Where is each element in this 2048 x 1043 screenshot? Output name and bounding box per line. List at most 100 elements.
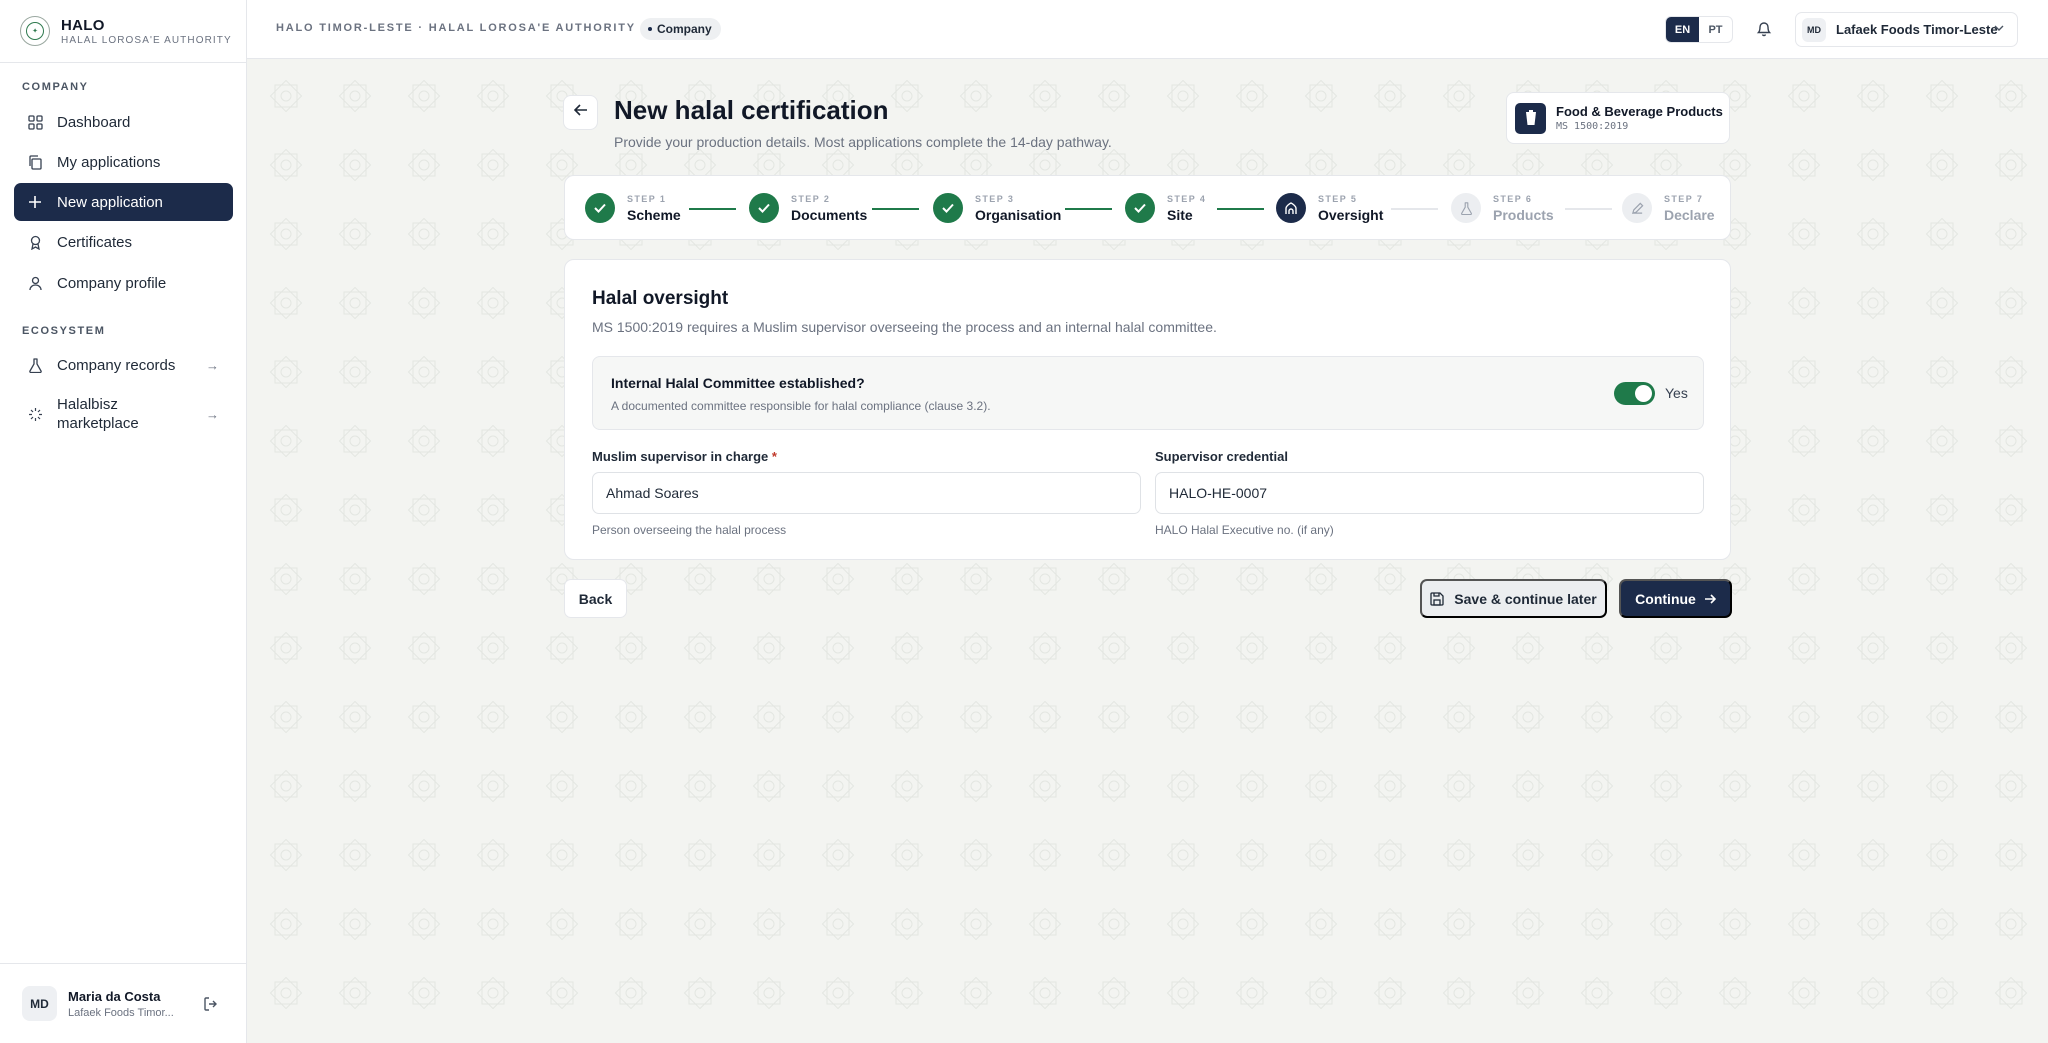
logout-icon[interactable]: [203, 996, 219, 1017]
page-title: New halal certification: [614, 95, 889, 125]
check-icon: [749, 193, 779, 223]
sidebar-item-label: Company profile: [57, 274, 167, 292]
committee-toggle-label: Yes: [1665, 385, 1688, 401]
arrow-right-icon: [1704, 593, 1716, 605]
arrow-left-icon: [573, 103, 588, 122]
step-name: Scheme: [627, 206, 681, 223]
user-icon: [27, 275, 43, 291]
check-icon: [585, 193, 615, 223]
step-site[interactable]: STEP 4 Site: [1125, 193, 1206, 223]
step-declare[interactable]: STEP 7 Declare: [1622, 193, 1715, 223]
arrow-right-icon: →: [206, 406, 219, 422]
sidebar-item-dashboard[interactable]: Dashboard: [14, 103, 233, 141]
scheme-code: MS 1500:2019: [1556, 121, 1629, 132]
step-name: Oversight: [1318, 206, 1384, 223]
save-continue-later-label: Save & continue later: [1454, 590, 1597, 607]
scheme-name: Food & Beverage Products: [1556, 104, 1723, 119]
section-description: MS 1500:2019 requires a Muslim superviso…: [592, 319, 1217, 335]
back-arrow-button[interactable]: [563, 95, 598, 130]
page-subtitle: Provide your production details. Most ap…: [614, 134, 1112, 150]
sparkle-icon: [27, 406, 43, 422]
check-icon: [933, 193, 963, 223]
arrow-right-icon: →: [206, 357, 219, 373]
step-scheme[interactable]: STEP 1 Scheme: [585, 193, 681, 223]
lang-en-button[interactable]: EN: [1666, 17, 1699, 42]
step-number: STEP 7: [1664, 193, 1704, 204]
step-connector: [1217, 208, 1264, 210]
committee-toggle-row: Internal Halal Committee established? A …: [592, 356, 1704, 430]
avatar: MD: [22, 986, 57, 1021]
user-profile[interactable]: MD Maria da Costa Lafaek Foods Timor...: [0, 963, 247, 1043]
step-oversight[interactable]: STEP 5 Oversight: [1276, 193, 1383, 223]
flask-icon: [1451, 193, 1481, 223]
step-products[interactable]: STEP 6 Products: [1451, 193, 1554, 223]
nav-section-company: COMPANY: [22, 81, 89, 93]
save-continue-later-button[interactable]: Save & continue later: [1420, 579, 1607, 618]
check-icon: [1125, 193, 1155, 223]
step-connector: [1565, 208, 1612, 210]
user-org: Lafaek Foods Timor...: [68, 1006, 174, 1019]
brand-subtitle: HALAL LOROSA'E AUTHORITY: [61, 34, 232, 46]
step-number: STEP 6: [1493, 193, 1533, 204]
topbar: HALO TIMOR-LESTE · HALAL LOROSA'E AUTHOR…: [247, 0, 2048, 59]
step-number: STEP 5: [1318, 193, 1358, 204]
step-number: STEP 1: [627, 193, 667, 204]
supervisor-label-text: Muslim supervisor in charge: [592, 449, 769, 464]
section-title: Halal oversight: [592, 288, 729, 309]
org-avatar: MD: [1802, 17, 1826, 42]
award-icon: [27, 234, 43, 250]
sidebar-item-label: Dashboard: [57, 113, 131, 131]
sidebar-item-new-application[interactable]: New application: [14, 183, 233, 221]
grid-icon: [27, 114, 43, 130]
step-number: STEP 4: [1167, 193, 1207, 204]
sidebar-item-certificates[interactable]: Certificates: [14, 223, 233, 261]
supervisor-input[interactable]: [592, 472, 1141, 514]
plus-icon: [27, 194, 43, 210]
main-content: New halal certification Provide your pro…: [248, 60, 2048, 1043]
step-name: Declare: [1664, 206, 1715, 223]
sidebar-item-label: New application: [57, 193, 163, 211]
sidebar-item-label: Company records: [57, 356, 176, 374]
supervisor-help: Person overseeing the halal process: [592, 523, 787, 537]
sidebar-item-label: My applications: [57, 153, 161, 171]
required-marker: *: [771, 449, 777, 464]
step-connector: [872, 208, 919, 210]
flask-icon: [27, 357, 43, 373]
step-connector: [1065, 208, 1112, 210]
sidebar: ✦ HALO HALAL LOROSA'E AUTHORITY COMPANY …: [0, 0, 247, 1043]
bell-icon[interactable]: [1756, 20, 1772, 42]
pen-icon: [1622, 193, 1652, 223]
org-name: Lafaek Foods Timor-Leste: [1836, 22, 1998, 37]
committee-question: Internal Halal Committee established?: [611, 375, 865, 391]
sidebar-item-label: Halalbisz marketplace: [57, 396, 139, 432]
sidebar-item-company-records[interactable]: Company records →: [14, 346, 233, 384]
supervisor-label: Muslim supervisor in charge *: [592, 449, 777, 464]
copy-icon: [27, 154, 43, 170]
step-name: Documents: [791, 206, 868, 223]
org-switcher[interactable]: MD Lafaek Foods Timor-Leste: [1795, 12, 2018, 47]
sidebar-item-my-applications[interactable]: My applications: [14, 143, 233, 181]
brand-name: HALO: [61, 16, 105, 34]
lang-pt-button[interactable]: PT: [1699, 17, 1732, 42]
language-switch: EN PT: [1665, 16, 1733, 43]
step-organisation[interactable]: STEP 3 Organisation: [933, 193, 1061, 223]
chevron-down-icon: [1993, 22, 2005, 37]
step-documents[interactable]: STEP 2 Documents: [749, 193, 867, 223]
step-connector: [1391, 208, 1438, 210]
nav-section-ecosystem: ECOSYSTEM: [22, 325, 106, 337]
back-button[interactable]: Back: [564, 579, 627, 618]
halo-logo-icon: ✦: [20, 16, 50, 46]
credential-input[interactable]: [1155, 472, 1704, 514]
sidebar-item-company-profile[interactable]: Company profile: [14, 264, 233, 302]
committee-toggle[interactable]: [1614, 382, 1655, 405]
committee-help: A documented committee responsible for h…: [611, 399, 991, 413]
credential-help: HALO Halal Executive no. (if any): [1155, 523, 1334, 537]
step-name: Products: [1493, 206, 1554, 223]
sidebar-item-halalbisz-marketplace[interactable]: Halalbisz marketplace →: [14, 389, 233, 439]
continue-label: Continue: [1635, 590, 1696, 607]
brand[interactable]: ✦ HALO HALAL LOROSA'E AUTHORITY: [0, 0, 246, 63]
oversight-card: Halal oversight MS 1500:2019 requires a …: [564, 259, 1731, 560]
save-icon: [1430, 591, 1444, 606]
continue-button[interactable]: Continue: [1619, 579, 1732, 618]
breadcrumb: HALO TIMOR-LESTE · HALAL LOROSA'E AUTHOR…: [276, 22, 636, 34]
